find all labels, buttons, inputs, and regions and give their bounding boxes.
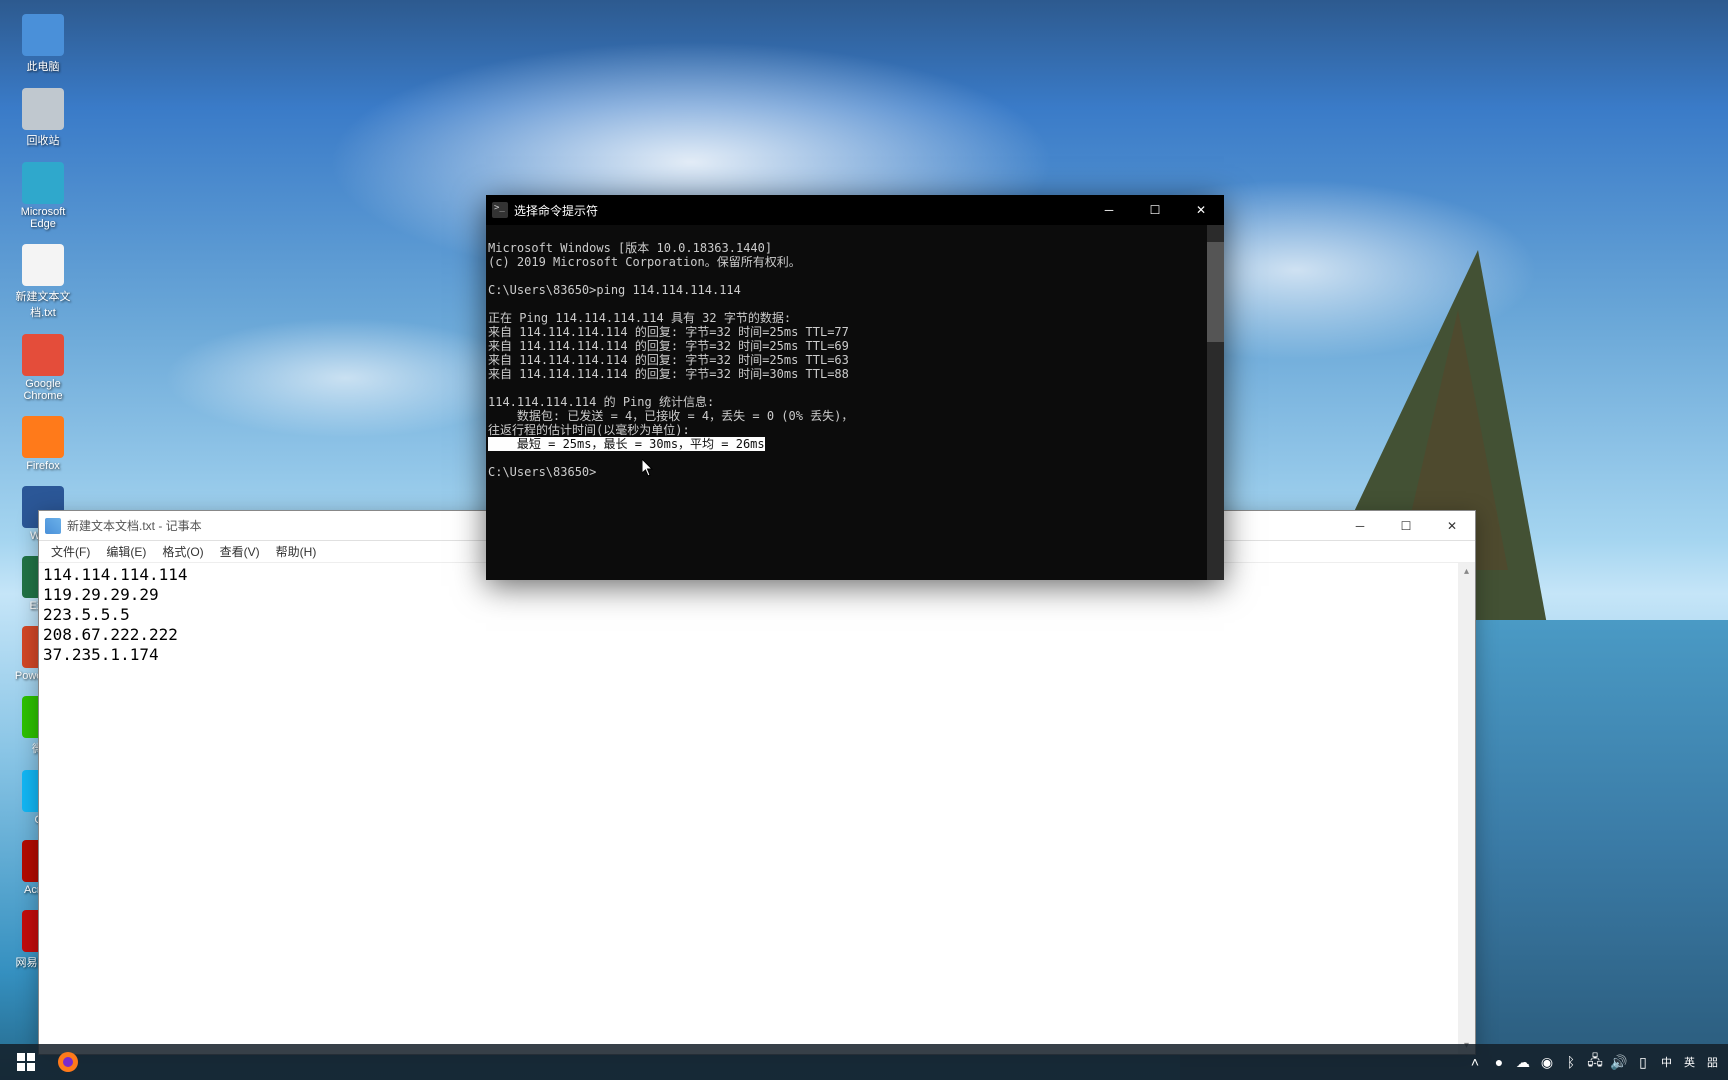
maximize-button[interactable]: ☐	[1132, 195, 1178, 225]
ime-indicator[interactable]: 㗊	[1703, 1052, 1722, 1072]
cmd-line: 正在 Ping 114.114.114.114 具有 32 字节的数据:	[488, 311, 791, 325]
desktop-icon-image	[22, 162, 64, 204]
desktop-icon-label: Google Chrome	[14, 378, 72, 402]
tray-steam-icon[interactable]: ◉	[1537, 1052, 1557, 1072]
tray-chevron-up-icon[interactable]: ˄	[1465, 1052, 1485, 1072]
scrollbar-thumb[interactable]	[1207, 242, 1224, 342]
desktop-icon-image	[22, 416, 64, 458]
menu-view[interactable]: 查看(V)	[212, 541, 268, 562]
desktop-icon-label: 新建文本文档.txt	[14, 288, 72, 320]
menu-edit[interactable]: 编辑(E)	[98, 541, 154, 562]
scrollbar-up-arrow-icon[interactable]: ▴	[1458, 563, 1475, 580]
tray-battery-icon[interactable]: ▯	[1633, 1052, 1653, 1072]
notepad-window: 新建文本文档.txt - 记事本 ─ ☐ ✕ 文件(F) 编辑(E) 格式(O)…	[38, 510, 1476, 1055]
desktop-icon[interactable]: 新建文本文档.txt	[14, 244, 72, 320]
notepad-text-area[interactable]: 114.114.114.114 119.29.29.29 223.5.5.5 2…	[39, 563, 1475, 1054]
desktop-icon-label: Microsoft Edge	[14, 206, 72, 230]
cmd-line: 往返行程的估计时间(以毫秒为单位):	[488, 423, 690, 437]
desktop-icon[interactable]: Google Chrome	[14, 334, 72, 402]
minimize-button[interactable]: ─	[1086, 195, 1132, 225]
close-button[interactable]: ✕	[1429, 511, 1475, 541]
desktop-icon-image	[22, 88, 64, 130]
cmd-window-controls: ─ ☐ ✕	[1086, 195, 1224, 225]
cmd-prompt-line: C:\Users\83650>	[488, 465, 596, 479]
notepad-app-icon	[45, 518, 61, 534]
system-tray: ˄ ● ☁ ◉ ᛒ 🖧 🔊 ▯ 中 英 㗊	[1465, 1052, 1728, 1072]
cmd-line: 数据包: 已发送 = 4，已接收 = 4，丢失 = 0 (0% 丢失)，	[488, 409, 853, 423]
cmd-prompt-line: C:\Users\83650>ping 114.114.114.114	[488, 283, 741, 297]
taskbar-left	[0, 1044, 88, 1080]
desktop-icon-label: 回收站	[14, 132, 72, 148]
cmd-titlebar[interactable]: 选择命令提示符 ─ ☐ ✕	[486, 195, 1224, 225]
maximize-button[interactable]: ☐	[1383, 511, 1429, 541]
desktop-icon-image	[22, 334, 64, 376]
language-indicator-en[interactable]: 英	[1680, 1052, 1699, 1072]
tray-app-icon[interactable]: ●	[1489, 1052, 1509, 1072]
tray-network-icon[interactable]: 🖧	[1585, 1052, 1605, 1072]
close-button[interactable]: ✕	[1178, 195, 1224, 225]
cmd-app-icon	[492, 202, 508, 218]
desktop-icon-label: Firefox	[14, 460, 72, 472]
cmd-line: 来自 114.114.114.114 的回复: 字节=32 时间=30ms TT…	[488, 367, 849, 381]
cmd-vertical-scrollbar[interactable]	[1207, 225, 1224, 580]
cmd-line: 114.114.114.114 的 Ping 统计信息:	[488, 395, 714, 409]
desktop-icon-label: 此电脑	[14, 58, 72, 74]
tray-bluetooth-icon[interactable]: ᛒ	[1561, 1052, 1581, 1072]
cmd-title: 选择命令提示符	[514, 202, 1086, 219]
cmd-selected-text: 最短 = 25ms，最长 = 30ms，平均 = 26ms	[488, 437, 765, 451]
start-button[interactable]	[6, 1044, 46, 1080]
cmd-line: Microsoft Windows [版本 10.0.18363.1440]	[488, 241, 772, 255]
cmd-line: 来自 114.114.114.114 的回复: 字节=32 时间=25ms TT…	[488, 325, 849, 339]
cmd-line: 来自 114.114.114.114 的回复: 字节=32 时间=25ms TT…	[488, 353, 849, 367]
tray-volume-icon[interactable]: 🔊	[1609, 1052, 1629, 1072]
taskbar: ˄ ● ☁ ◉ ᛒ 🖧 🔊 ▯ 中 英 㗊	[0, 1044, 1728, 1080]
cmd-terminal-output[interactable]: Microsoft Windows [版本 10.0.18363.1440] (…	[486, 225, 1224, 580]
desktop-icon[interactable]: Firefox	[14, 416, 72, 472]
notepad-window-controls: ─ ☐ ✕	[1337, 511, 1475, 541]
desktop-icon[interactable]: 回收站	[14, 88, 72, 148]
menu-format[interactable]: 格式(O)	[154, 541, 211, 562]
cmd-line: (c) 2019 Microsoft Corporation。保留所有权利。	[488, 255, 801, 269]
menu-help[interactable]: 帮助(H)	[268, 541, 325, 562]
desktop-icon-image	[22, 14, 64, 56]
notepad-vertical-scrollbar[interactable]: ▴ ▾	[1458, 563, 1475, 1054]
menu-file[interactable]: 文件(F)	[43, 541, 98, 562]
desktop-icon[interactable]: 此电脑	[14, 14, 72, 74]
cmd-window: 选择命令提示符 ─ ☐ ✕ Microsoft Windows [版本 10.0…	[486, 195, 1224, 580]
minimize-button[interactable]: ─	[1337, 511, 1383, 541]
language-indicator-zh[interactable]: 中	[1657, 1052, 1676, 1072]
desktop-icon[interactable]: Microsoft Edge	[14, 162, 72, 230]
tray-onedrive-icon[interactable]: ☁	[1513, 1052, 1533, 1072]
taskbar-firefox-icon[interactable]	[48, 1044, 88, 1080]
desktop-icon-image	[22, 244, 64, 286]
cmd-line: 来自 114.114.114.114 的回复: 字节=32 时间=25ms TT…	[488, 339, 849, 353]
